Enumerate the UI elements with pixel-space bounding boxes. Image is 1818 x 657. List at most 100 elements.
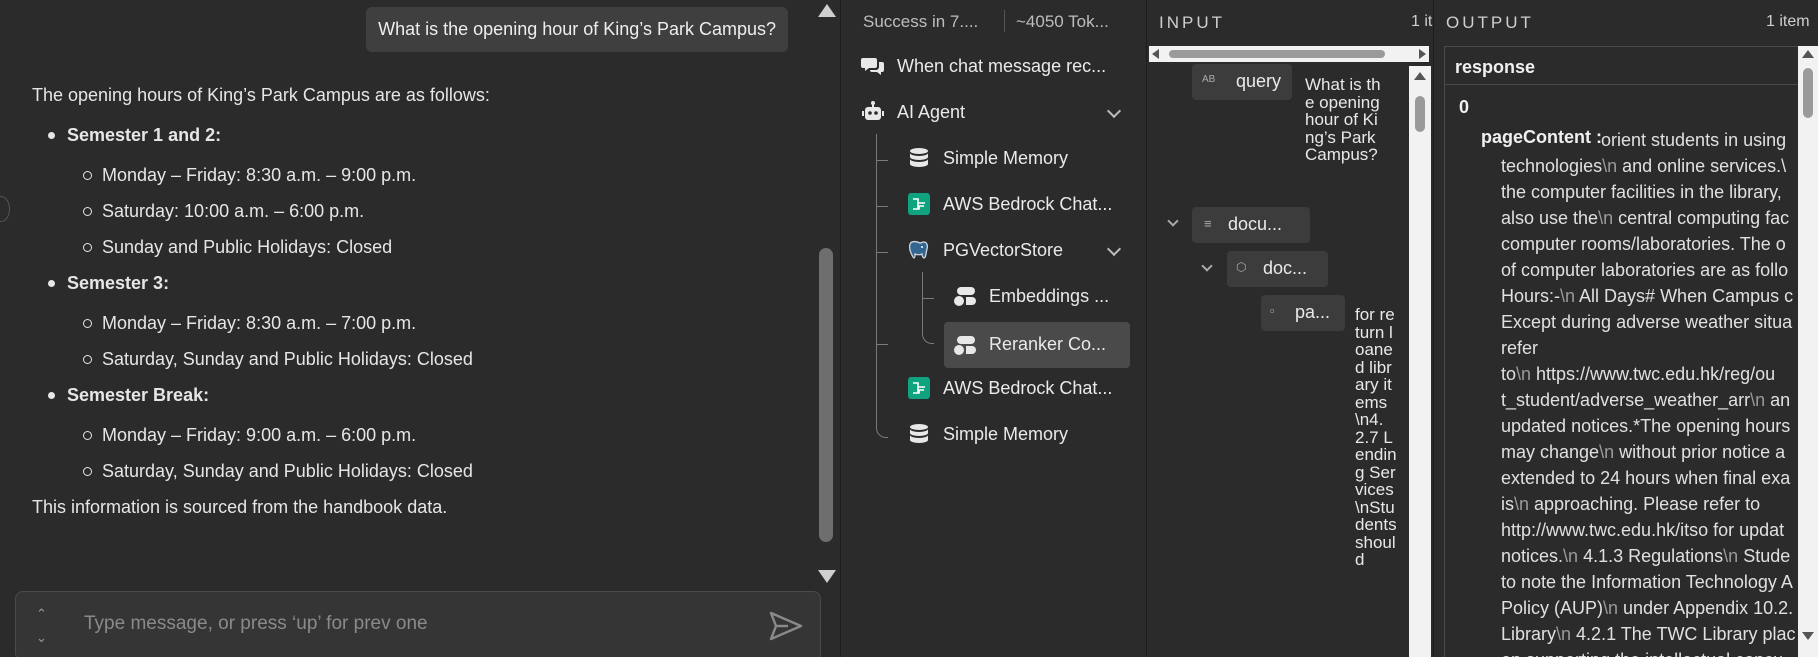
input-title: INPUT (1159, 13, 1225, 32)
tree-item-pgvectorstore[interactable]: PGVectorStore (907, 230, 1137, 270)
scroll-thumb[interactable] (819, 248, 833, 542)
list-icon: ≡ (1204, 216, 1212, 231)
scroll-up-arrow[interactable] (1414, 72, 1426, 80)
scroll-down-arrow[interactable] (1802, 632, 1814, 640)
pagecontent-key: pageContent : (1481, 127, 1602, 148)
list-item: Semester 3: Monday – Friday: 8:30 a.m. –… (32, 270, 772, 372)
tree-item-label: AWS Bedrock Chat... (943, 194, 1113, 214)
pagecontent-line: computer rooms/laboratories. The o (1501, 234, 1786, 254)
list-item: Monday – Friday: 9:00 a.m. – 6:00 p.m. (67, 422, 772, 448)
tree-item-label: Simple Memory (943, 424, 1069, 444)
database-icon (910, 424, 928, 443)
chevron-down-icon[interactable]: ⌄ (36, 630, 47, 646)
pagecontent-line: t_student/adverse_weather_arr\n an (1501, 390, 1791, 410)
pagecontent-key-label: pageContent (1481, 127, 1591, 147)
bot-intro: The opening hours of King’s Park Campus … (32, 85, 490, 105)
documents-key-label: docu... (1228, 214, 1283, 234)
scroll-thumb[interactable] (1169, 50, 1385, 58)
pagecontent-line: updated notices.*The opening hours (1501, 416, 1791, 436)
horizontal-scrollbar[interactable] (1149, 46, 1429, 62)
pagecontent-line: http://www.twc.edu.hk/itso for updat (1501, 520, 1785, 540)
documents-key-chip[interactable]: ≡ docu... (1192, 207, 1310, 243)
pagecontent-key-chip[interactable]: ▫ pa... (1261, 295, 1345, 331)
tree-item-bedrock-chat-2[interactable]: AWS Bedrock Chat... (907, 368, 1137, 408)
bedrock-icon (908, 193, 930, 215)
response-header: response (1455, 57, 1536, 77)
logs-header: Success in 7.... ~4050 Tok... (841, 0, 1146, 42)
pagecontent-line: on supporting the intellectual concu (1501, 647, 1783, 657)
bedrock-icon (908, 377, 930, 399)
scroll-up-arrow[interactable] (818, 4, 836, 17)
tree-line (876, 160, 888, 161)
list-item: Semester Break: Monday – Friday: 9:00 a.… (32, 382, 772, 484)
scroll-thumb[interactable] (1415, 96, 1425, 132)
tree-item-label: Reranker Co... (989, 334, 1107, 354)
tree-item-chat-trigger[interactable]: When chat message rec... (861, 46, 1141, 86)
chat-scrollbar[interactable] (812, 0, 840, 590)
section-title: Semester 1 and 2: (67, 125, 222, 145)
list-item: Sunday and Public Holidays: Closed (67, 234, 772, 260)
token-count[interactable]: ~4050 Tok... (1016, 12, 1109, 32)
document-key-chip[interactable]: ⬡ doc... (1227, 251, 1328, 287)
message-input[interactable] (84, 610, 724, 638)
logs-panel: Success in 7.... ~4050 Tok... When chat … (841, 0, 1146, 657)
tree-item-embeddings[interactable]: Embeddings ... (953, 276, 1137, 316)
vertical-scrollbar[interactable] (1798, 46, 1818, 657)
user-message-bubble: What is the opening hour of King’s Park … (366, 7, 788, 52)
query-value: What is the opening hour of King’s Park … (1305, 75, 1381, 164)
tree-line (922, 298, 934, 299)
chat-panel: What is the opening hour of King’s Park … (0, 0, 821, 657)
chevron-down-icon[interactable] (1106, 241, 1122, 257)
postgres-elephant-icon (908, 240, 929, 259)
scroll-left-arrow[interactable] (1152, 49, 1159, 59)
send-icon (769, 611, 803, 641)
pagecontent-line: Except during adverse weather situa (1501, 312, 1793, 332)
pagecontent-line: also use the\n central computing fac (1501, 208, 1790, 228)
chevron-down-icon[interactable] (1167, 215, 1179, 227)
tree-line (876, 252, 888, 253)
tree-item-bedrock-chat[interactable]: AWS Bedrock Chat... (907, 184, 1137, 224)
list-item: Saturday, Sunday and Public Holidays: Cl… (67, 458, 772, 484)
output-json-view[interactable]: response 0 pageContent : orient students… (1444, 46, 1818, 657)
tree-item-simple-memory[interactable]: Simple Memory (907, 138, 1137, 178)
scroll-thumb[interactable] (1803, 68, 1813, 118)
scroll-down-arrow[interactable] (818, 570, 836, 583)
tree-line (876, 374, 888, 438)
section-title: Semester Break: (67, 385, 210, 405)
scroll-right-arrow[interactable] (1419, 49, 1426, 59)
robot-icon (862, 101, 884, 120)
run-status[interactable]: Success in 7.... (863, 12, 978, 32)
tree-line (876, 134, 877, 376)
query-key-label: query (1236, 71, 1282, 91)
tree-line (876, 206, 888, 207)
scroll-up-arrow[interactable] (1802, 50, 1814, 58)
list-item: Monday – Friday: 8:30 a.m. – 7:00 p.m. (67, 310, 772, 336)
pagecontent-key-label: pa... (1295, 302, 1331, 322)
vertical-scrollbar[interactable] (1409, 66, 1431, 657)
pagecontent-line: technologies\n and online services.\ (1501, 156, 1787, 176)
cohere-icon (954, 287, 976, 306)
list-item: Monday – Friday: 8:30 a.m. – 9:00 p.m. (67, 162, 772, 188)
chat-messages[interactable]: What is the opening hour of King’s Park … (0, 0, 810, 590)
chevron-up-icon[interactable]: ⌃ (36, 606, 47, 622)
input-panel: INPUT 1 it AB query What is the opening … (1147, 0, 1433, 657)
tree-item-label: AWS Bedrock Chat... (943, 378, 1113, 398)
tree-item-label: AI Agent (897, 102, 966, 122)
section-title: Semester 3: (67, 273, 170, 293)
send-button[interactable] (768, 610, 804, 642)
chevron-down-icon[interactable] (1106, 103, 1122, 119)
text-type-icon: AB (1202, 74, 1216, 85)
pagecontent-line: extended to 24 hours when final exa (1501, 468, 1791, 488)
string-type-icon: ▫ (1270, 303, 1275, 318)
query-key-chip[interactable]: AB query (1192, 64, 1292, 100)
chevron-down-icon[interactable] (1201, 260, 1213, 272)
tree-item-reranker[interactable]: Reranker Co... (944, 322, 1130, 368)
pagecontent-line: Library\n 4.2.1 The TWC Library plac (1501, 624, 1796, 644)
sub-list: Monday – Friday: 9:00 a.m. – 6:00 p.m. S… (67, 422, 772, 484)
pagecontent-line: of computer laboratories are as follo (1501, 260, 1789, 280)
bot-message: The opening hours of King’s Park Campus … (32, 82, 772, 520)
tree-item-simple-memory-2[interactable]: Simple Memory (907, 414, 1137, 454)
tree-item-ai-agent[interactable]: AI Agent (861, 92, 1141, 132)
pagecontent-line: to note the Information Technology A (1501, 572, 1793, 592)
bot-source-note: This information is sourced from the han… (32, 497, 448, 517)
